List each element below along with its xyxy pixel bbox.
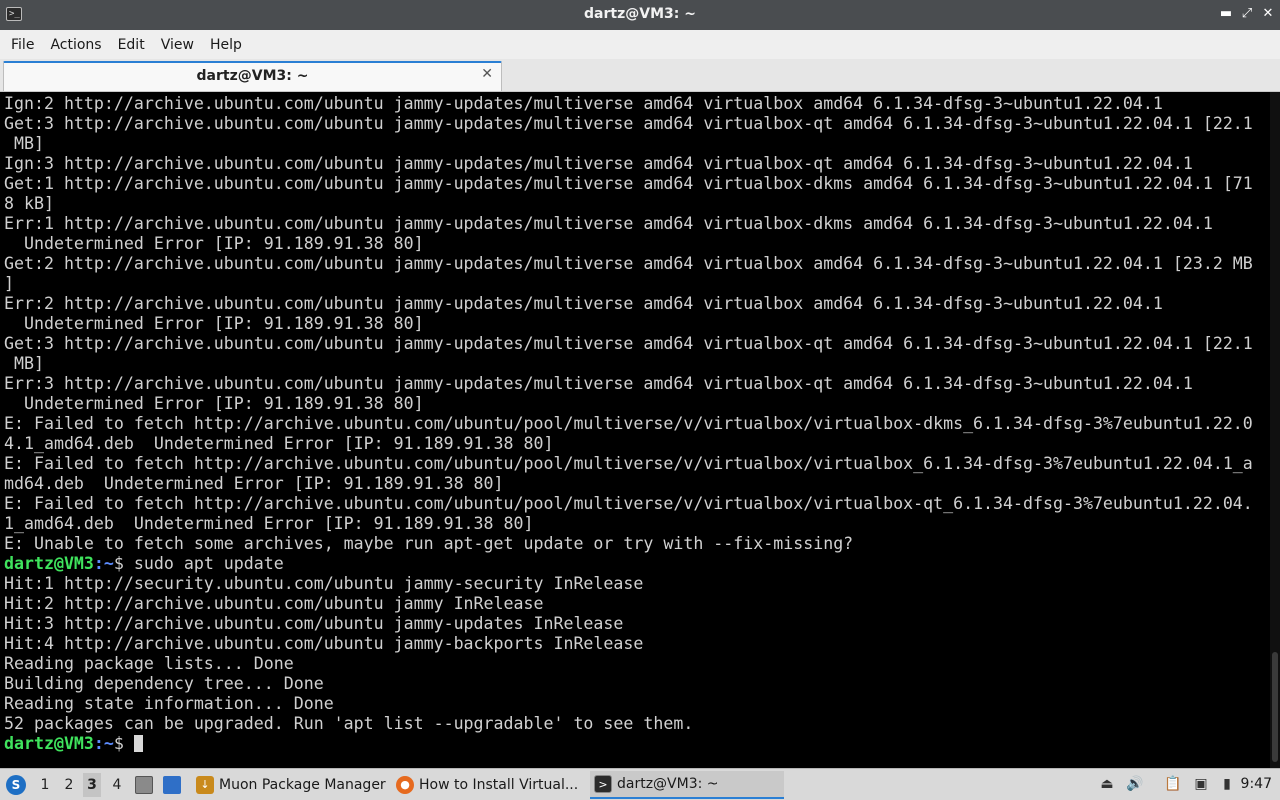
clipboard-icon[interactable]: 📋 xyxy=(1164,775,1182,793)
prompt-symbol: $ xyxy=(113,734,134,753)
terminal-line: Ign:3 http://archive.ubuntu.com/ubuntu j… xyxy=(4,154,1193,173)
battery-icon[interactable]: ▮ xyxy=(1218,775,1236,793)
update-notifier-icon[interactable]: ⏏ xyxy=(1098,775,1116,793)
terminal-line: Undetermined Error [IP: 91.189.91.38 80] xyxy=(4,234,424,253)
minimize-icon[interactable]: ▬ xyxy=(1218,6,1234,22)
taskbar: S 1 2 3 4 ↓ Muon Package Manager ● How t… xyxy=(0,768,1280,800)
workspace-1[interactable]: 1 xyxy=(36,777,54,793)
terminal-line: Get:2 http://archive.ubuntu.com/ubuntu j… xyxy=(4,254,1253,273)
terminal-line: Hit:3 http://archive.ubuntu.com/ubuntu j… xyxy=(4,614,624,633)
terminal-line: E: Unable to fetch some archives, maybe … xyxy=(4,534,854,553)
window-title: dartz@VM3: ~ xyxy=(584,6,696,22)
prompt-user: dartz@VM3 xyxy=(4,734,94,753)
terminal-line: E: Failed to fetch http://archive.ubuntu… xyxy=(4,494,1253,513)
terminal-output[interactable]: Ign:2 http://archive.ubuntu.com/ubuntu j… xyxy=(0,92,1270,768)
workspace-3[interactable]: 3 xyxy=(83,773,101,797)
command-text: sudo apt update xyxy=(133,554,284,573)
terminal-line: MB] xyxy=(4,134,44,153)
terminal-line: Get:3 http://archive.ubuntu.com/ubuntu j… xyxy=(4,334,1253,353)
terminal-line: 1_amd64.deb Undetermined Error [IP: 91.1… xyxy=(4,514,534,533)
command-line: dartz@VM3:~$ sudo apt update xyxy=(4,554,1270,574)
tab-bar: dartz@VM3: ~ ✕ xyxy=(0,59,1280,92)
menu-help[interactable]: Help xyxy=(203,33,249,57)
network-icon[interactable]: ▣ xyxy=(1192,775,1210,793)
tab-terminal[interactable]: dartz@VM3: ~ ✕ xyxy=(3,61,502,91)
terminal-line: 4.1_amd64.deb Undetermined Error [IP: 91… xyxy=(4,434,554,453)
terminal-line: Get:1 http://archive.ubuntu.com/ubuntu j… xyxy=(4,174,1253,193)
terminal-line: 52 packages can be upgraded. Run 'apt li… xyxy=(4,714,694,733)
menu-bar: File Actions Edit View Help xyxy=(0,30,1280,59)
file-manager-icon[interactable] xyxy=(135,776,153,794)
prompt-symbol: $ xyxy=(113,554,134,573)
prompt-user: dartz@VM3 xyxy=(4,554,94,573)
show-desktop-icon[interactable] xyxy=(163,776,181,794)
terminal-line: Building dependency tree... Done xyxy=(4,674,324,693)
workspace-4[interactable]: 4 xyxy=(108,777,126,793)
tab-label: dartz@VM3: ~ xyxy=(196,68,309,84)
muon-icon: ↓ xyxy=(196,776,214,794)
terminal-line: Ign:2 http://archive.ubuntu.com/ubuntu j… xyxy=(4,94,1163,113)
menu-edit[interactable]: Edit xyxy=(111,33,152,57)
terminal-line: Undetermined Error [IP: 91.189.91.38 80] xyxy=(4,314,424,333)
start-menu-icon[interactable]: S xyxy=(6,775,26,795)
terminal-line: E: Failed to fetch http://archive.ubuntu… xyxy=(4,454,1253,473)
window-titlebar: >_ dartz@VM3: ~ ▬ ⤢ ✕ xyxy=(0,0,1280,30)
volume-icon[interactable]: 🔊 xyxy=(1126,775,1144,793)
scrollbar-thumb[interactable] xyxy=(1272,652,1278,762)
prompt-path: :~ xyxy=(93,734,114,753)
menu-file[interactable]: File xyxy=(4,33,41,57)
terminal-line: Hit:4 http://archive.ubuntu.com/ubuntu j… xyxy=(4,634,644,653)
task-label: Muon Package Manager xyxy=(219,777,386,793)
tab-close-icon[interactable]: ✕ xyxy=(481,66,493,82)
terminal-line: ] xyxy=(4,274,14,293)
terminal-line: Reading package lists... Done xyxy=(4,654,294,673)
workspace-2[interactable]: 2 xyxy=(60,777,78,793)
menu-view[interactable]: View xyxy=(154,33,201,57)
terminal-line: Hit:1 http://security.ubuntu.com/ubuntu … xyxy=(4,574,644,593)
task-muon[interactable]: ↓ Muon Package Manager xyxy=(192,771,388,799)
terminal-line: Err:3 http://archive.ubuntu.com/ubuntu j… xyxy=(4,374,1193,393)
prompt-path: :~ xyxy=(93,554,114,573)
terminal-line: Hit:2 http://archive.ubuntu.com/ubuntu j… xyxy=(4,594,544,613)
active-prompt-line[interactable]: dartz@VM3:~$ xyxy=(4,734,1270,754)
task-firefox[interactable]: ● How to Install Virtual... xyxy=(392,771,586,799)
terminal-scrollbar[interactable] xyxy=(1270,92,1280,768)
close-icon[interactable]: ✕ xyxy=(1260,6,1276,22)
task-label: How to Install Virtual... xyxy=(419,777,579,793)
terminal-line: Reading state information... Done xyxy=(4,694,334,713)
menu-actions[interactable]: Actions xyxy=(43,33,108,57)
terminal-line: 8 kB] xyxy=(4,194,54,213)
terminal-line: md64.deb Undetermined Error [IP: 91.189.… xyxy=(4,474,504,493)
terminal-icon: > xyxy=(594,775,612,793)
task-terminal[interactable]: > dartz@VM3: ~ xyxy=(590,771,784,799)
terminal-line: MB] xyxy=(4,354,44,373)
terminal-line: Get:3 http://archive.ubuntu.com/ubuntu j… xyxy=(4,114,1253,133)
terminal-line: Err:1 http://archive.ubuntu.com/ubuntu j… xyxy=(4,214,1213,233)
clock[interactable]: 9:47 xyxy=(1241,776,1272,792)
firefox-icon: ● xyxy=(396,776,414,794)
text-cursor xyxy=(133,735,143,752)
maximize-icon[interactable]: ⤢ xyxy=(1239,6,1255,22)
terminal-line: Undetermined Error [IP: 91.189.91.38 80] xyxy=(4,394,424,413)
task-label: dartz@VM3: ~ xyxy=(617,776,719,792)
terminal-line: E: Failed to fetch http://archive.ubuntu… xyxy=(4,414,1253,433)
terminal-line: Err:2 http://archive.ubuntu.com/ubuntu j… xyxy=(4,294,1163,313)
